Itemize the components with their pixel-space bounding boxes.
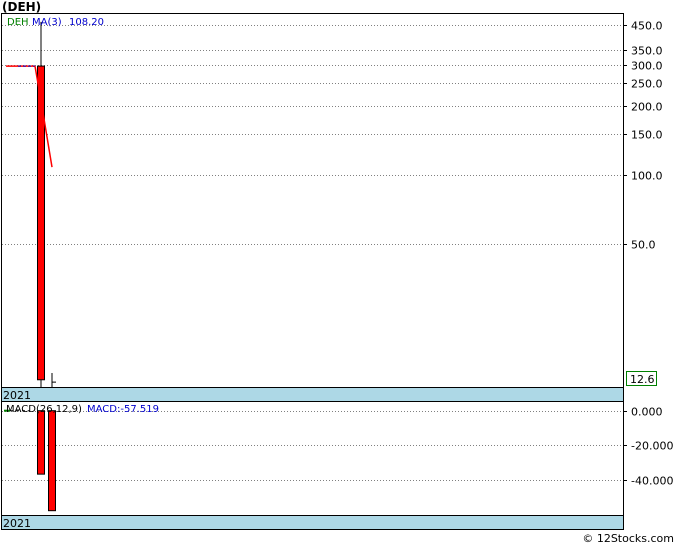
price-ticks: 450.0 350.0 300.0 250.0 200.0 150.0 100.0 50.0 [623,20,663,252]
price-legend-ma-value: 108.20 [69,17,104,28]
chart-root: (DEH) 450.0 350.0 300.0 250.0 200.0 150.0 100.… [0,0,680,546]
last-price-label: 12.6 [630,373,655,386]
macd-bar [48,410,56,512]
price-date-label: 2021 [3,389,31,402]
macd-grid [2,411,623,481]
macd-panel-frame [1,401,624,516]
macd-marks [4,409,56,512]
price-tick-label: 250.0 [631,78,663,91]
price-legend-symbol: DEH [7,17,29,28]
macd-date-label: 2021 [3,517,31,530]
price-legend-ma: MA(3) [32,17,62,28]
macd-legend-label: MACD(26,12,9) [6,404,82,415]
macd-legend-value: MACD:-57.519 [87,404,159,415]
price-tick-label: 450.0 [631,20,663,33]
price-marks [6,21,56,387]
macd-tick-label: 0.000 [631,406,663,419]
macd-date-strip [1,515,624,530]
macd-ticks: 0.000 -20.000 -40.000 [623,406,673,488]
price-grid [2,25,623,245]
price-tick-label: 350.0 [631,45,663,58]
chart-svg: 450.0350.0300.0250.0200.0150.0100.050.0 … [1,13,673,530]
macd-bar [37,410,45,475]
macd-tick-label: -20.000 [631,440,673,453]
price-tick-label: 50.0 [631,239,656,252]
macd-tick-label: -40.000 [631,475,673,488]
price-tick-label: 200.0 [631,101,663,114]
credit-text: © 12Stocks.com [582,532,674,545]
price-tick-label: 300.0 [631,60,663,73]
price-tick-label: 100.0 [631,170,663,183]
price-tick-label: 150.0 [631,129,663,142]
price-panel-frame [1,13,624,388]
price-date-strip [1,387,624,402]
